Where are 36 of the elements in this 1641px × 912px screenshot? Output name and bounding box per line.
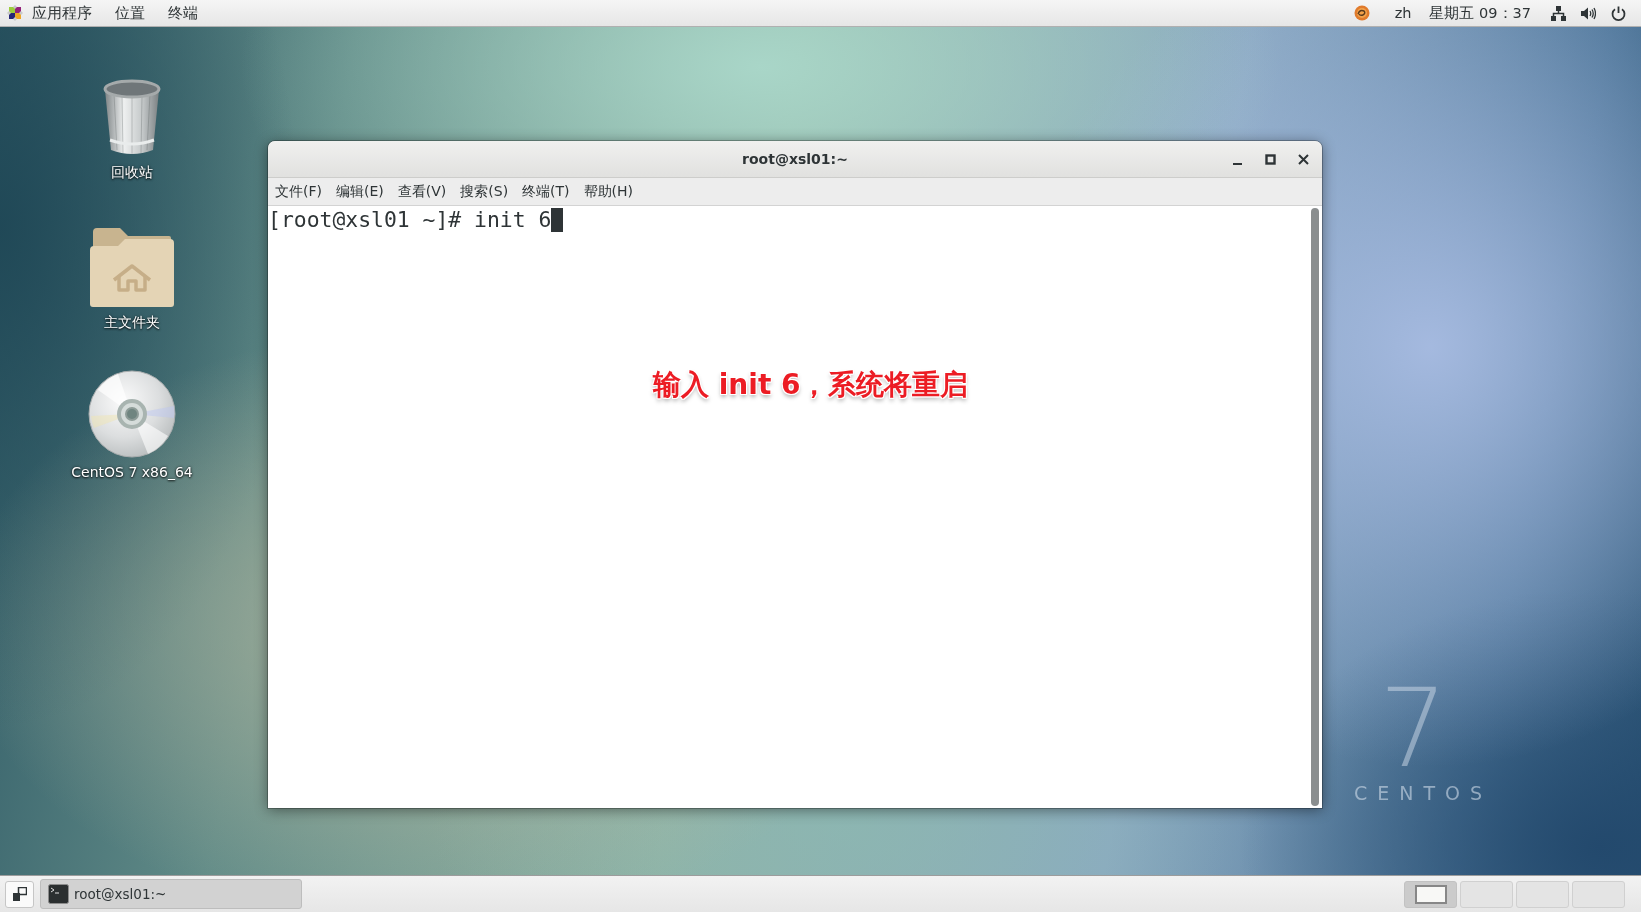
desktop-icon-label[interactable]: 回收站	[111, 164, 153, 182]
desktop-icon-label[interactable]: 主文件夹	[104, 314, 160, 332]
clock[interactable]: 星期五 09：37	[1429, 3, 1531, 23]
menu-item[interactable]: 帮助(H)	[576, 182, 641, 201]
menu-item[interactable]: 搜索(S)	[453, 182, 516, 201]
workspace-button[interactable]	[1404, 880, 1457, 908]
taskbar-button[interactable]: root@xsl01:~	[40, 879, 302, 909]
speaker-icon[interactable]	[1581, 5, 1596, 21]
wallpaper-wordmark: CENTOS	[1354, 782, 1493, 804]
annotation-text: 输入 init 6，系统将重启	[653, 367, 969, 403]
input-method-indicator[interactable]: zh	[1394, 5, 1412, 21]
terminal-line: [root@xsl01 ~]# init 6	[268, 207, 552, 233]
menu-item[interactable]: 终端(T)	[515, 182, 577, 201]
menu-item[interactable]: 编辑(E)	[329, 182, 391, 201]
power-icon[interactable]	[1611, 5, 1626, 21]
swirl-badge-icon[interactable]	[1353, 5, 1370, 21]
minimize-icon	[1232, 162, 1242, 165]
desktop-icon-label[interactable]: CentOS 7 x86_64	[71, 464, 193, 480]
top-menu-item[interactable]: 位置	[103, 3, 156, 23]
top-menu-item[interactable]: 终端	[156, 3, 209, 23]
terminal-icon	[48, 884, 69, 904]
menu-item[interactable]: 文件(F)	[268, 182, 329, 201]
network-icon[interactable]	[1551, 5, 1566, 21]
terminal-content[interactable]: [root@xsl01 ~]# init 6 输入 init 6，系统将重启	[268, 206, 1322, 808]
window-title: root@xsl01:~	[742, 151, 848, 167]
close-icon	[1297, 153, 1309, 165]
disc-icon[interactable]	[88, 370, 176, 458]
overlapping-windows-icon	[12, 887, 27, 901]
pinwheel-icon[interactable]	[7, 5, 23, 21]
top-menu-item[interactable]: 应用程序	[20, 3, 103, 23]
window-thumbnail-icon	[1414, 884, 1447, 904]
show-desktop-button[interactable]	[5, 880, 34, 908]
maximize-icon	[1264, 153, 1276, 165]
wallpaper-numeral: 7	[1379, 675, 1448, 783]
scrollbar-thumb[interactable]	[1311, 208, 1319, 806]
menu-item[interactable]: 查看(V)	[390, 182, 454, 201]
